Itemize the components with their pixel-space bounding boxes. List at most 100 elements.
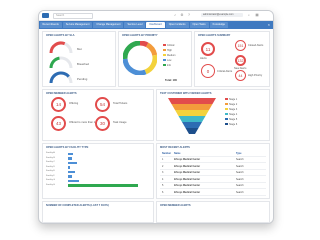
tab-5[interactable]: Open Incidents bbox=[165, 22, 189, 28]
funnel-legend-item: Stage 5 bbox=[225, 118, 237, 121]
row-type: Search bbox=[236, 164, 244, 168]
tab-7[interactable]: Knowledge bbox=[209, 22, 229, 28]
help-icon[interactable]: ? bbox=[187, 13, 191, 17]
panel-open-alerts-sla: Open Alerts by SLA Met Breached Pending bbox=[42, 31, 116, 87]
panel-title: Most Recent Alerts bbox=[160, 145, 190, 149]
legend-swatch bbox=[163, 44, 166, 47]
funnel-legend-item: Stage 3 bbox=[225, 108, 237, 111]
panel-member-alerts-2: Open Member Alerts bbox=[156, 201, 270, 223]
panel-alerts-facility: Open Alerts by Facility Type Facility A F… bbox=[42, 143, 154, 199]
table-row[interactable]: 2 Infosys Medical Center Search bbox=[160, 164, 266, 170]
legend-item: Critical bbox=[163, 44, 174, 47]
funnel-legend-item: Stage 6 bbox=[225, 123, 237, 126]
search-input[interactable]: Search bbox=[53, 13, 93, 19]
donut-slice-3 bbox=[123, 58, 147, 75]
legend-swatch bbox=[225, 98, 228, 101]
legend-swatch bbox=[225, 113, 228, 116]
legend-swatch bbox=[225, 118, 228, 121]
facility-bar bbox=[68, 152, 74, 156]
row-name: Infosys Medical Center bbox=[174, 158, 201, 161]
panel-title: Open Member Alerts bbox=[160, 203, 191, 207]
search-icon[interactable]: ⌕ bbox=[247, 13, 251, 17]
panel-title: Open Alerts by Priority bbox=[122, 33, 158, 37]
summary-ring: 151 bbox=[235, 40, 246, 51]
col-name: Name bbox=[174, 152, 181, 155]
top-bar: Search ♪ ⚙ ? administrator@example.com ⌕… bbox=[39, 11, 273, 21]
funnel-legend-item: Stage 1 bbox=[225, 98, 237, 101]
member-ring-label: Offering bbox=[69, 102, 79, 105]
facility-label: Facility D bbox=[46, 165, 55, 168]
tab-0[interactable]: Recent Events bbox=[39, 22, 62, 28]
member-ring: 14 bbox=[51, 97, 66, 112]
row-name: Infosys Medical Center bbox=[174, 171, 201, 174]
col-number: Number bbox=[162, 152, 172, 155]
facility-bar bbox=[68, 179, 79, 183]
summary-ring-label: Critical Alerts bbox=[217, 69, 233, 73]
tab-2[interactable]: Change Management bbox=[93, 22, 124, 28]
summary-ring-label: Closed Alerts bbox=[248, 44, 264, 47]
member-ring: 43 bbox=[51, 116, 66, 131]
tab-bar: Recent Events Service Management Change Ma… bbox=[39, 21, 273, 29]
app-logo bbox=[42, 13, 49, 18]
row-type: Search bbox=[236, 158, 244, 161]
table-row[interactable]: 1 Infosys Medical Center Search bbox=[160, 157, 266, 163]
donut-slice-2 bbox=[144, 54, 157, 75]
funnel-legend-item: Stage 2 bbox=[225, 103, 237, 106]
facility-bar bbox=[68, 166, 70, 169]
facility-label: Facility H bbox=[46, 183, 55, 186]
legend-swatch bbox=[163, 64, 166, 67]
row-number: 1 bbox=[162, 158, 164, 161]
panel-recent-alerts: Most Recent Alerts Number Name Type 1 Infosy… bbox=[156, 143, 270, 199]
legend-swatch bbox=[163, 59, 166, 62]
facility-bar bbox=[68, 184, 138, 187]
table-row[interactable]: 6 Infosys Medical Center Search bbox=[160, 190, 266, 196]
donut-slice-0 bbox=[139, 41, 149, 48]
funnel-stage-1 bbox=[171, 104, 213, 110]
table-row[interactable]: 3 Infosys Medical Center Search bbox=[160, 170, 266, 176]
row-type: Search bbox=[236, 184, 244, 187]
row-type: Search bbox=[236, 177, 244, 181]
tab-3[interactable]: Service Level bbox=[124, 22, 146, 28]
user-menu[interactable]: administrator@example.com bbox=[201, 13, 243, 17]
summary-ring-label: Alerts bbox=[200, 56, 207, 60]
summary-ring: 44 bbox=[235, 70, 246, 81]
tab-1[interactable]: Service Management bbox=[62, 22, 93, 28]
facility-label: Facility G bbox=[46, 179, 56, 181]
legend-item: High bbox=[163, 49, 172, 52]
legend-swatch bbox=[225, 103, 228, 106]
panel-member-alerts: Open Member Alerts 14 Offering 43 Offered t… bbox=[42, 89, 154, 141]
facility-bar bbox=[68, 161, 77, 165]
legend-label: Stage 5 bbox=[229, 118, 238, 121]
summary-ring: 0 bbox=[201, 64, 215, 78]
tab-4[interactable]: Dashboard bbox=[146, 22, 165, 28]
member-ring: 54 bbox=[95, 97, 110, 112]
table-row[interactable]: 4 Infosys Medical Center Search bbox=[160, 177, 266, 183]
facility-label: Facility C bbox=[46, 161, 55, 163]
panel-title: Open Alerts Summary bbox=[198, 33, 231, 37]
grid-icon[interactable]: ▦ bbox=[255, 13, 259, 17]
settings-icon[interactable]: ⚙ bbox=[180, 13, 184, 17]
donut-slice-1 bbox=[145, 42, 157, 56]
gauge-pending bbox=[49, 71, 73, 84]
funnel-stage-2 bbox=[175, 110, 209, 116]
legend-swatch bbox=[225, 123, 228, 126]
bell-icon[interactable]: ♪ bbox=[173, 13, 177, 17]
panel-title: Text Customer with Viewed Alerts bbox=[160, 91, 212, 95]
row-type: Search bbox=[236, 190, 244, 194]
legend-label: Stage 4 bbox=[229, 113, 238, 116]
legend-label: Info bbox=[167, 64, 171, 67]
panel-alerts-summary: Open Alerts Summary 11 Alerts 151 Closed Al… bbox=[194, 31, 270, 87]
table-row[interactable]: 5 Infosys Medical Center Search bbox=[160, 183, 266, 189]
tab-6[interactable]: Open Tasks bbox=[189, 22, 209, 28]
funnel-stage-0 bbox=[168, 98, 216, 104]
gauge-label: Met bbox=[77, 47, 82, 51]
close-icon[interactable]: × bbox=[268, 22, 270, 27]
panel-title: Number of Completed Alerts (Last 7 Days) bbox=[46, 203, 109, 207]
row-type: Search bbox=[236, 171, 244, 174]
funnel-stage-3 bbox=[178, 116, 206, 122]
facility-bar bbox=[68, 170, 75, 174]
legend-item: Info bbox=[163, 64, 171, 67]
facility-label: Facility F bbox=[46, 174, 55, 177]
panel-funnel: Text Customer with Viewed Alerts Stage 1… bbox=[156, 89, 270, 141]
row-name: Infosys Medical Center bbox=[174, 177, 201, 181]
